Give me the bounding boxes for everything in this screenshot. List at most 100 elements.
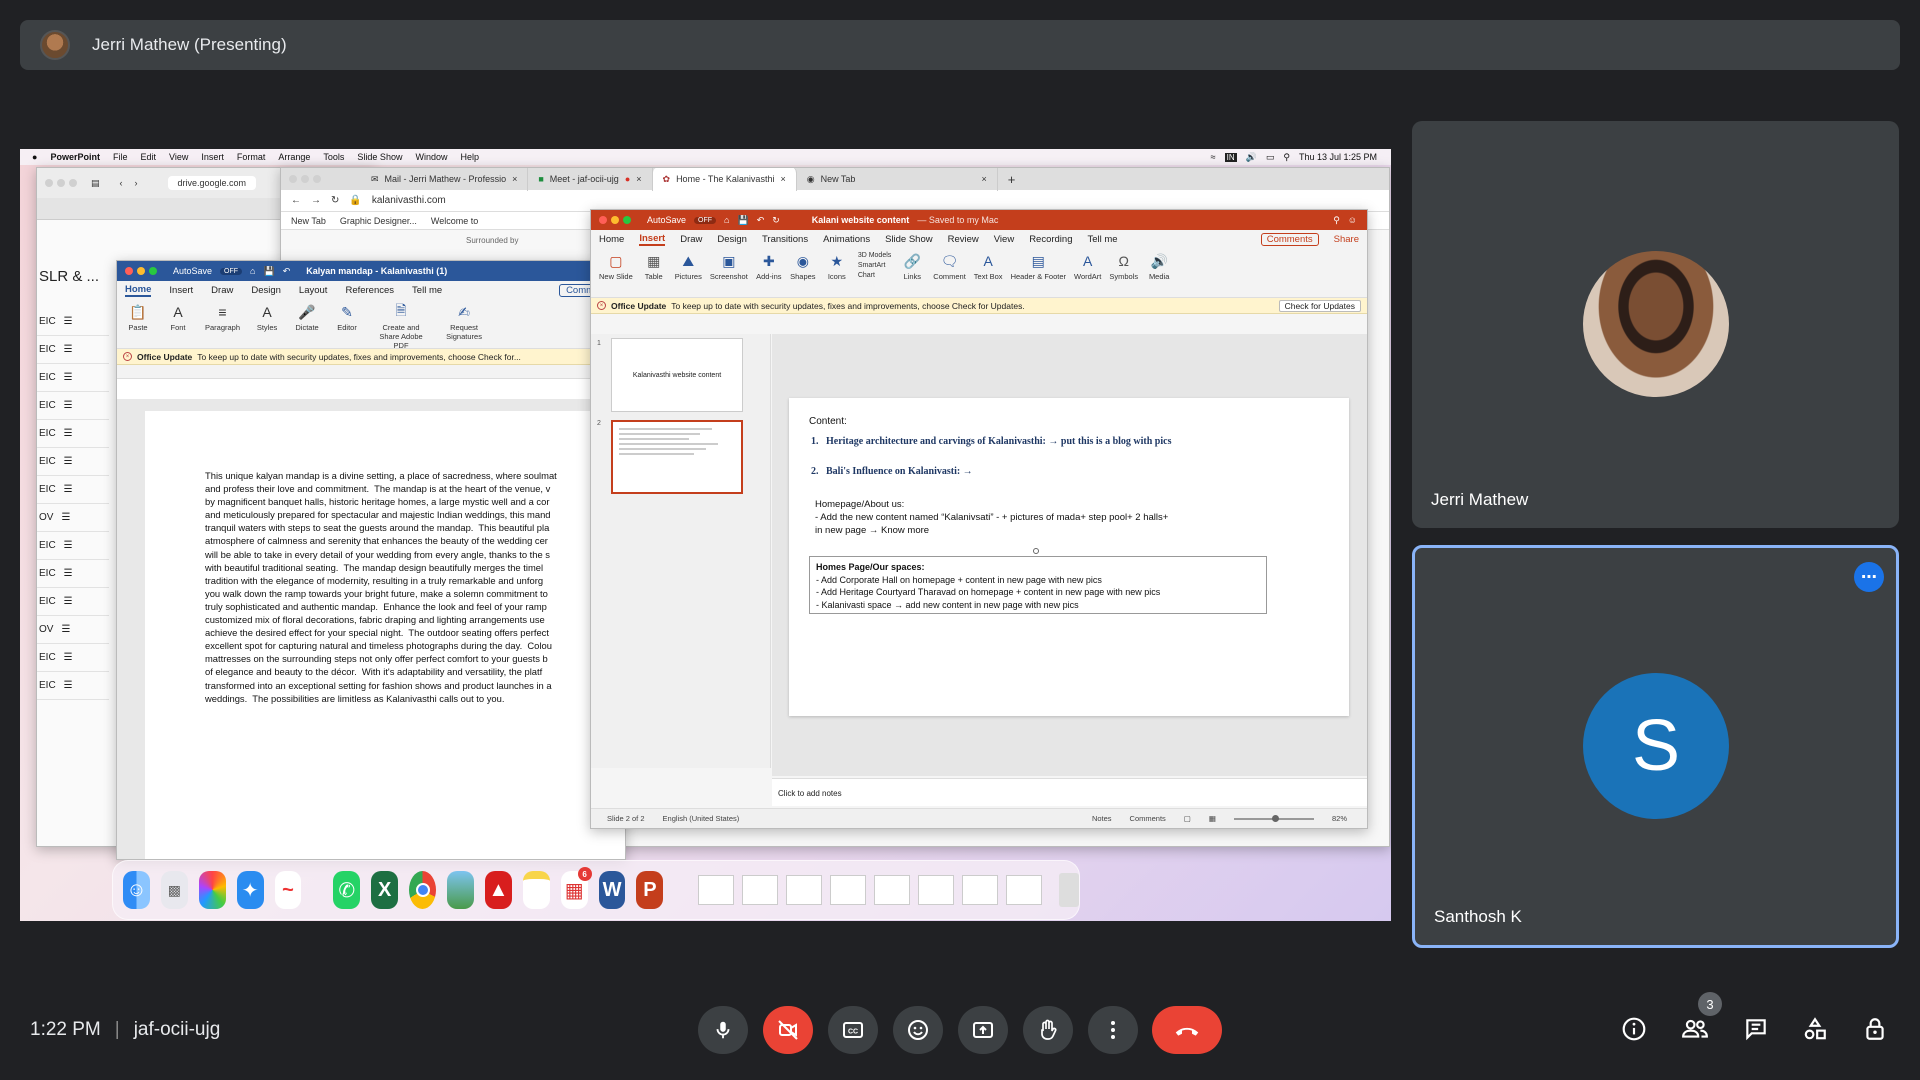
close-icon[interactable]: × bbox=[780, 174, 785, 184]
drive-row[interactable]: EIC ☰ bbox=[37, 392, 109, 420]
request-signatures-button[interactable]: ✍ Request Signatures bbox=[442, 303, 486, 344]
drive-row[interactable]: EIC ☰ bbox=[37, 420, 109, 448]
slide-item-1[interactable]: 1. Heritage architecture and carvings of… bbox=[811, 436, 1171, 447]
drive-row[interactable]: OV ☰ bbox=[37, 616, 109, 644]
minimized-window[interactable] bbox=[830, 875, 867, 905]
wifi-icon[interactable]: ≈ bbox=[1211, 152, 1216, 162]
word-body-text[interactable]: This unique kalyan mandap is a divine se… bbox=[205, 469, 565, 705]
minimized-window[interactable] bbox=[918, 875, 955, 905]
tab-transitions[interactable]: Transitions bbox=[762, 234, 808, 245]
editor-button[interactable]: ✎ Editor bbox=[334, 303, 360, 344]
tab-references[interactable]: References bbox=[345, 285, 394, 296]
drive-row[interactable]: EIC ☰ bbox=[37, 588, 109, 616]
adobe-pdf-button[interactable]: 🗎 Create and Share Adobe PDF bbox=[374, 302, 428, 350]
share-button[interactable]: Share bbox=[1334, 234, 1359, 245]
save-icon[interactable]: 💾 bbox=[263, 266, 274, 277]
activities-button[interactable] bbox=[1800, 1014, 1830, 1044]
tab-insert[interactable]: Insert bbox=[169, 285, 193, 296]
new-tab-icon[interactable]: + bbox=[1008, 172, 1016, 187]
window-controls[interactable] bbox=[125, 267, 157, 275]
microphone-button[interactable] bbox=[698, 1006, 748, 1054]
participant-tile-jerri[interactable]: Jerri Mathew bbox=[1412, 121, 1899, 528]
redo-icon[interactable]: ↻ bbox=[772, 215, 780, 226]
slide-sorter-icon[interactable]: ▦ bbox=[1209, 814, 1216, 823]
more-options-button[interactable] bbox=[1088, 1006, 1138, 1054]
slide-homepage-block[interactable]: Homepage/About us: - Add the new content… bbox=[815, 498, 1168, 537]
media-button[interactable]: 🔊 Media bbox=[1146, 252, 1172, 293]
url-text[interactable]: kalanivasthi.com bbox=[372, 195, 446, 206]
close-icon[interactable]: × bbox=[597, 301, 606, 310]
icons-button[interactable]: ★ Icons bbox=[824, 252, 850, 293]
reload-icon[interactable]: ↻ bbox=[331, 195, 339, 206]
acrobat-icon[interactable]: ▲ bbox=[484, 871, 512, 909]
menu-window[interactable]: Window bbox=[415, 152, 447, 162]
header-footer-button[interactable]: ▤ Header & Footer bbox=[1011, 252, 1066, 293]
menu-file[interactable]: File bbox=[113, 152, 128, 162]
undo-icon[interactable]: ↶ bbox=[757, 215, 765, 226]
window-controls[interactable] bbox=[45, 179, 77, 187]
close-icon[interactable]: × bbox=[981, 174, 986, 184]
bookmark-graphic-designer[interactable]: Graphic Designer... bbox=[340, 216, 417, 226]
whatsapp-icon[interactable]: ✆ bbox=[333, 871, 361, 909]
dictate-button[interactable]: 🎤 Dictate bbox=[294, 303, 320, 344]
status-comments-button[interactable]: Comments bbox=[1130, 814, 1166, 823]
host-controls-button[interactable] bbox=[1860, 1014, 1890, 1044]
leave-call-button[interactable] bbox=[1152, 1006, 1222, 1054]
normal-view-icon[interactable]: ▢ bbox=[1184, 814, 1191, 823]
comments-button[interactable]: Comments bbox=[1260, 232, 1319, 246]
tab-mail[interactable]: ✉ Mail - Jerri Mathew - Professio × bbox=[361, 168, 529, 191]
rotate-handle[interactable] bbox=[1033, 548, 1039, 554]
tab-new[interactable]: ◉ New Tab × bbox=[797, 168, 998, 191]
reactions-button[interactable] bbox=[893, 1006, 943, 1054]
styles-button[interactable]: A Styles bbox=[254, 303, 280, 344]
home-icon[interactable]: ⌂ bbox=[724, 215, 729, 225]
bookmark-new-tab[interactable]: New Tab bbox=[291, 216, 326, 226]
app-store-icon[interactable]: ▦ 6 bbox=[560, 867, 592, 909]
shapes-button[interactable]: ◉ Shapes bbox=[790, 252, 816, 293]
links-button[interactable]: 🔗 Links bbox=[899, 252, 925, 293]
menu-clock[interactable]: Thu 13 Jul 1:25 PM bbox=[1299, 152, 1377, 162]
drive-row[interactable]: EIC ☰ bbox=[37, 532, 109, 560]
apple-icon[interactable]: ● bbox=[32, 152, 37, 162]
drive-row[interactable]: OV ☰ bbox=[37, 504, 109, 532]
text-box-button[interactable]: A Text Box bbox=[974, 252, 1003, 293]
finder-icon[interactable]: ☺ bbox=[123, 871, 150, 909]
3d-models-button[interactable]: 3D Models bbox=[858, 252, 891, 259]
raise-hand-button[interactable] bbox=[1023, 1006, 1073, 1054]
menu-format[interactable]: Format bbox=[237, 152, 266, 162]
selected-text-box[interactable]: Homes Page/Our spaces: - Add Corporate H… bbox=[809, 556, 1267, 614]
input-language[interactable]: IN bbox=[1224, 152, 1237, 162]
account-icon[interactable]: ☺ bbox=[1348, 215, 1357, 225]
tab-review[interactable]: Review bbox=[948, 234, 979, 245]
forward-icon[interactable]: › bbox=[135, 178, 138, 188]
minimized-window[interactable] bbox=[1006, 875, 1043, 905]
safari-icon[interactable]: ✦ bbox=[236, 871, 264, 909]
paste-button[interactable]: 📋 Paste bbox=[125, 303, 151, 344]
tab-layout[interactable]: Layout bbox=[299, 285, 328, 296]
wordart-button[interactable]: A WordArt bbox=[1074, 252, 1101, 293]
menu-insert[interactable]: Insert bbox=[201, 152, 224, 162]
add-ins-button[interactable]: ✚ Add-ins bbox=[756, 252, 782, 293]
tab-kalanivasthi[interactable]: ✿ Home - The Kalanivasthi × bbox=[652, 168, 797, 191]
excel-icon[interactable]: X bbox=[371, 871, 399, 909]
menu-slide-show[interactable]: Slide Show bbox=[357, 152, 402, 162]
tab-slide-show[interactable]: Slide Show bbox=[885, 234, 933, 245]
trash-icon[interactable] bbox=[1059, 873, 1079, 907]
minimized-window[interactable] bbox=[742, 875, 779, 905]
sidebar-toggle-icon[interactable]: ▤ bbox=[91, 178, 100, 189]
save-icon[interactable]: 💾 bbox=[737, 215, 748, 226]
paragraph-button[interactable]: ≡ Paragraph bbox=[205, 303, 240, 344]
smartart-button[interactable]: SmartArt bbox=[858, 262, 891, 269]
window-controls[interactable] bbox=[599, 216, 631, 224]
screenshot-button[interactable]: ▣ Screenshot bbox=[710, 252, 748, 293]
autosave-toggle[interactable]: OFF bbox=[694, 216, 717, 224]
zoom-slider[interactable] bbox=[1233, 814, 1314, 822]
freeform-icon[interactable]: ~ bbox=[274, 871, 302, 909]
comment-button[interactable]: 🗨 Comment bbox=[933, 252, 966, 293]
close-icon[interactable]: × bbox=[636, 174, 641, 184]
autosave-toggle[interactable]: OFF bbox=[220, 267, 243, 275]
home-icon[interactable]: ⌂ bbox=[250, 266, 255, 276]
back-icon[interactable]: ← bbox=[291, 195, 301, 206]
word-icon[interactable]: W bbox=[598, 871, 626, 909]
drive-row[interactable]: EIC ☰ bbox=[37, 448, 109, 476]
